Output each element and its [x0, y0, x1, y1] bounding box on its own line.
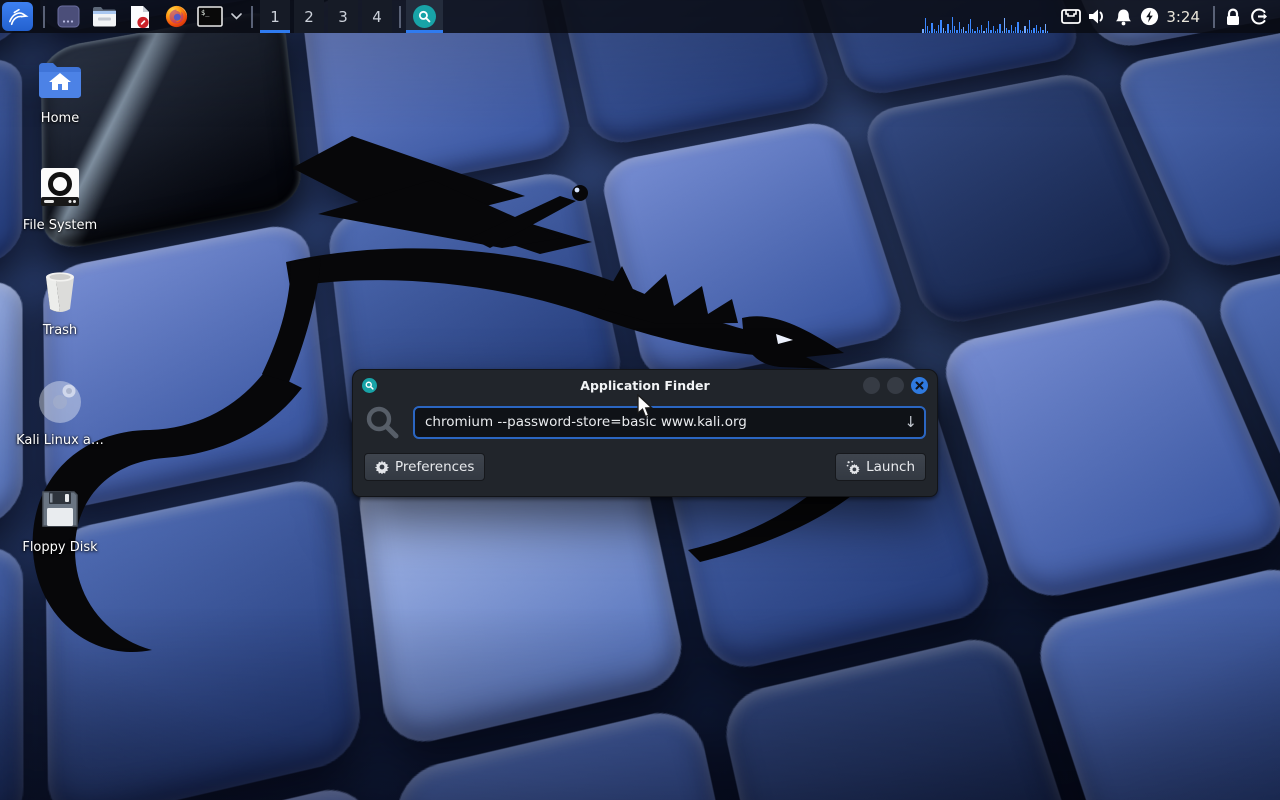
desktop-icon-floppy-disk[interactable]: Floppy Disk — [8, 485, 112, 555]
desktop-icon-home[interactable]: Home — [8, 56, 112, 126]
desktop-icon-kali-linux[interactable]: Kali Linux a… — [8, 378, 112, 448]
panel-separator — [43, 6, 45, 28]
workspace-label: 2 — [304, 8, 314, 26]
kali-disc-icon — [36, 378, 84, 426]
launcher-terminal[interactable]: $_ — [197, 1, 223, 32]
launch-button[interactable]: Launch — [835, 453, 926, 481]
panel-separator — [399, 6, 401, 28]
application-finder-icon — [362, 378, 377, 393]
minimize-button[interactable] — [863, 377, 880, 394]
command-input[interactable] — [413, 406, 926, 439]
application-finder-window: Application Finder ↓ — [352, 369, 938, 497]
desktop-icon-label: Floppy Disk — [22, 540, 97, 555]
panel-separator — [251, 6, 253, 28]
logout-icon[interactable] — [1246, 0, 1272, 33]
network-icon[interactable] — [1058, 0, 1084, 33]
file-manager-icon — [92, 6, 117, 27]
firefox-icon — [165, 5, 188, 28]
workspace-label: 3 — [338, 8, 348, 26]
home-folder-icon — [36, 56, 84, 104]
launcher-text-editor[interactable] — [125, 1, 155, 32]
file-system-drive-icon — [36, 163, 84, 211]
launcher-firefox[interactable] — [161, 1, 191, 32]
kali-menu-icon — [7, 7, 29, 27]
top-panel: $_ 1 2 3 4 3:24 — [0, 0, 1280, 33]
workspace-button-4[interactable]: 4 — [362, 0, 392, 33]
desktop-icon-trash[interactable]: Trash — [8, 268, 112, 338]
workspace-label: 4 — [372, 8, 382, 26]
wallpaper-cube — [936, 293, 1280, 604]
volume-icon[interactable] — [1084, 0, 1110, 33]
launcher-file-manager[interactable] — [89, 1, 119, 32]
power-icon[interactable] — [1136, 0, 1162, 33]
trash-icon — [36, 268, 84, 316]
chevron-down-icon — [231, 13, 242, 20]
application-finder-icon — [413, 5, 436, 28]
workspace-button-2[interactable]: 2 — [294, 0, 324, 33]
panel-clock[interactable]: 3:24 — [1166, 8, 1200, 26]
search-icon — [364, 404, 400, 440]
close-icon — [915, 381, 924, 390]
workspace-label: 1 — [270, 8, 280, 26]
workspace-button-1[interactable]: 1 — [260, 0, 290, 33]
launcher-window-app[interactable] — [53, 1, 83, 32]
wallpaper-cube — [598, 118, 911, 388]
dialog-title: Application Finder — [353, 378, 937, 393]
text-editor-icon — [129, 5, 151, 29]
terminal-dropdown-chevron[interactable] — [229, 1, 243, 32]
launch-label: Launch — [866, 459, 915, 475]
maximize-button[interactable] — [887, 377, 904, 394]
applications-menu-button[interactable] — [2, 2, 33, 31]
desktop-icon-label: Home — [41, 111, 79, 126]
window-app-icon — [57, 5, 80, 28]
preferences-button[interactable]: Preferences — [364, 453, 485, 481]
terminal-icon: $_ — [197, 6, 223, 27]
preferences-label: Preferences — [395, 459, 474, 475]
cpu-graph[interactable] — [922, 7, 1048, 33]
desktop-icon-file-system[interactable]: File System — [8, 163, 112, 233]
lock-icon[interactable] — [1220, 0, 1246, 33]
desktop-icon-label: File System — [23, 218, 97, 233]
close-button[interactable] — [911, 377, 928, 394]
wallpaper-cube — [1028, 561, 1280, 800]
notifications-icon[interactable] — [1110, 0, 1136, 33]
gear-icon — [375, 460, 389, 474]
floppy-disk-icon — [36, 485, 84, 533]
run-gear-icon — [846, 460, 860, 474]
wallpaper-cube — [43, 220, 332, 514]
desktop-icon-label: Kali Linux a… — [16, 433, 104, 448]
wallpaper-cube — [0, 539, 24, 800]
workspace-button-3[interactable]: 3 — [328, 0, 358, 33]
svg-text:$_: $_ — [201, 9, 210, 17]
desktop-icon-label: Trash — [43, 323, 77, 338]
dialog-titlebar[interactable]: Application Finder — [353, 370, 937, 401]
panel-separator — [1213, 6, 1215, 28]
taskbar-application-finder[interactable] — [406, 0, 443, 33]
